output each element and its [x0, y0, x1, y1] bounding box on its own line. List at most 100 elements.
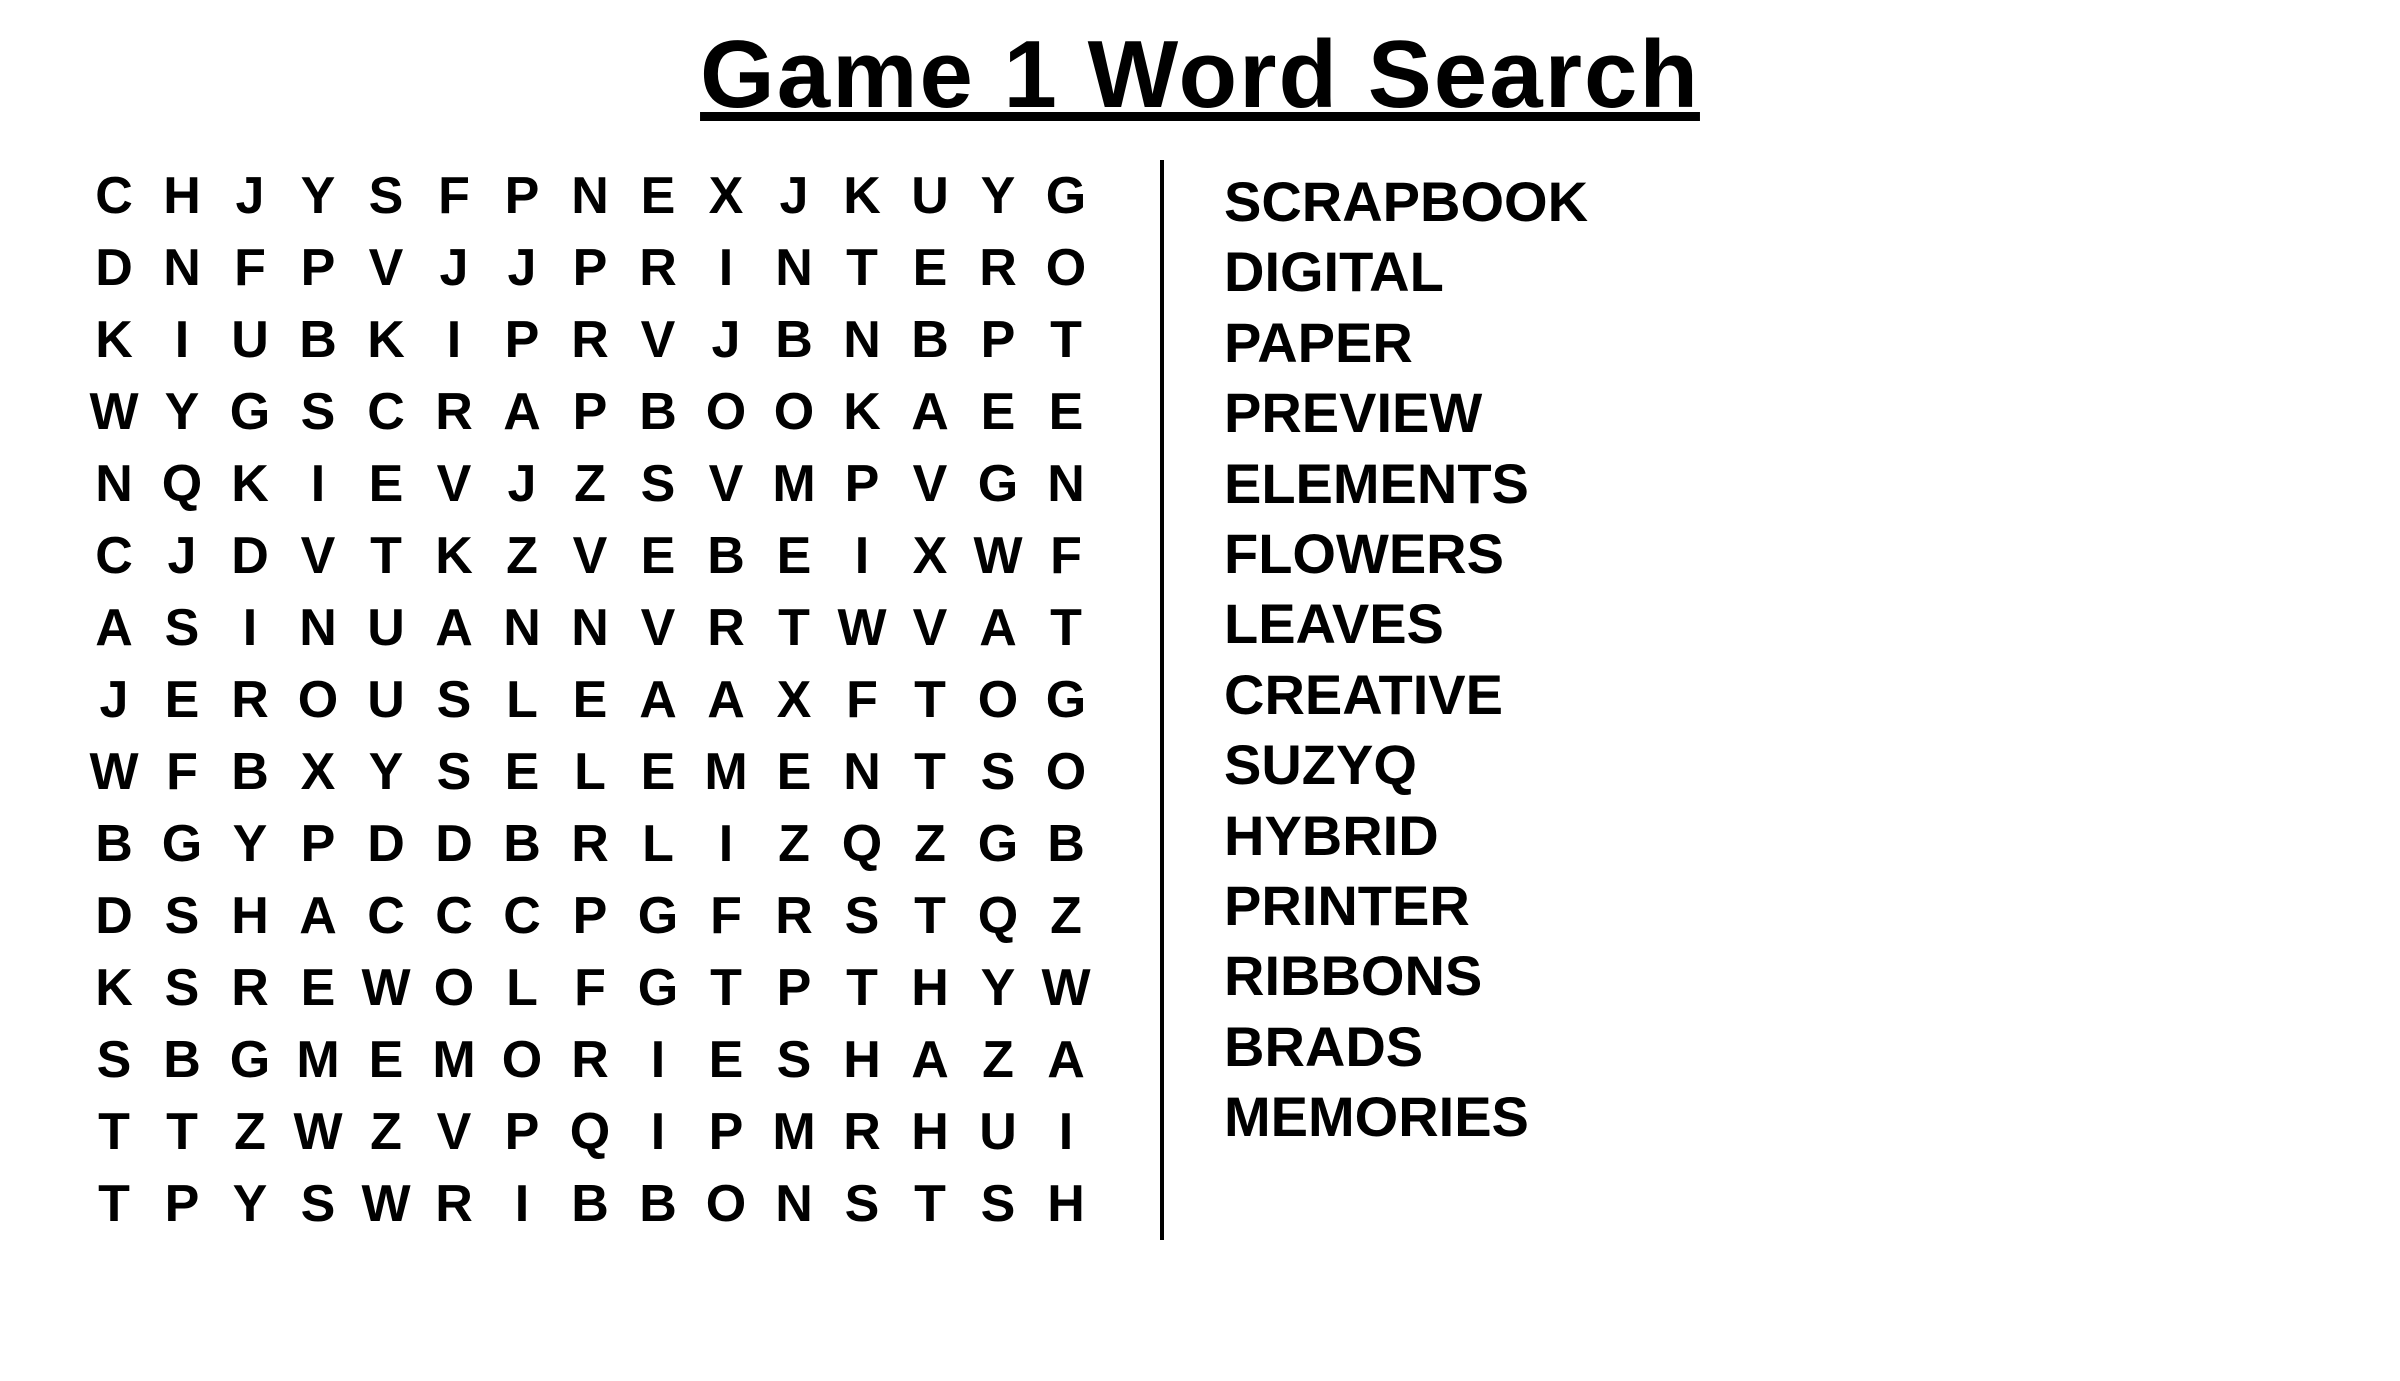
- grid-cell-7-8: A: [624, 664, 692, 736]
- grid-cell-4-4: E: [352, 448, 420, 520]
- grid-row-2: KIUBKIPRVJBNBPT: [80, 304, 1100, 376]
- grid-cell-12-6: O: [488, 1024, 556, 1096]
- grid-cell-13-9: P: [692, 1096, 760, 1168]
- grid-cell-13-2: Z: [216, 1096, 284, 1168]
- grid-row-5: CJDVTKZVEBEIXWF: [80, 520, 1100, 592]
- grid-cell-12-13: Z: [964, 1024, 1032, 1096]
- grid-cell-0-1: H: [148, 160, 216, 232]
- grid-cell-10-5: C: [420, 880, 488, 952]
- grid-cell-12-14: A: [1032, 1024, 1100, 1096]
- grid-cell-4-3: I: [284, 448, 352, 520]
- grid-cell-9-5: D: [420, 808, 488, 880]
- grid-cell-4-9: V: [692, 448, 760, 520]
- grid-cell-7-1: E: [148, 664, 216, 736]
- grid-cell-5-4: T: [352, 520, 420, 592]
- grid-cell-5-8: E: [624, 520, 692, 592]
- grid-row-0: CHJYSFPNEXJKUYG: [80, 160, 1100, 232]
- grid-cell-12-2: G: [216, 1024, 284, 1096]
- grid-cell-1-5: J: [420, 232, 488, 304]
- grid-cell-12-10: S: [760, 1024, 828, 1096]
- grid-row-3: WYGSCRAPBOOKAEE: [80, 376, 1100, 448]
- grid-cell-8-10: E: [760, 736, 828, 808]
- grid-cell-1-7: P: [556, 232, 624, 304]
- word-item-0: SCRAPBOOK: [1224, 170, 1588, 234]
- grid-cell-12-11: H: [828, 1024, 896, 1096]
- word-item-9: HYBRID: [1224, 804, 1588, 868]
- grid-cell-6-3: N: [284, 592, 352, 664]
- grid-cell-0-13: Y: [964, 160, 1032, 232]
- grid-cell-5-7: V: [556, 520, 624, 592]
- grid-cell-7-7: E: [556, 664, 624, 736]
- grid-cell-11-5: O: [420, 952, 488, 1024]
- grid-cell-13-4: Z: [352, 1096, 420, 1168]
- grid-cell-8-0: W: [80, 736, 148, 808]
- grid-cell-9-3: P: [284, 808, 352, 880]
- grid-cell-5-2: D: [216, 520, 284, 592]
- grid-cell-9-1: G: [148, 808, 216, 880]
- grid-cell-13-10: M: [760, 1096, 828, 1168]
- grid-row-9: BGYPDDBRLIZQZGB: [80, 808, 1100, 880]
- grid-cell-8-4: Y: [352, 736, 420, 808]
- grid-cell-3-3: S: [284, 376, 352, 448]
- grid-cell-11-3: E: [284, 952, 352, 1024]
- grid-cell-4-0: N: [80, 448, 148, 520]
- grid-cell-3-13: E: [964, 376, 1032, 448]
- vertical-divider: [1160, 160, 1164, 1240]
- word-item-6: LEAVES: [1224, 592, 1588, 656]
- grid-cell-11-12: H: [896, 952, 964, 1024]
- grid-row-7: JEROUSLEAAXFTOG: [80, 664, 1100, 736]
- grid-cell-14-14: H: [1032, 1168, 1100, 1240]
- grid-row-6: ASINUANNVRTWVAT: [80, 592, 1100, 664]
- grid-cell-0-8: E: [624, 160, 692, 232]
- grid-cell-14-13: S: [964, 1168, 1032, 1240]
- grid-cell-0-5: F: [420, 160, 488, 232]
- grid-cell-7-2: R: [216, 664, 284, 736]
- grid-cell-0-14: G: [1032, 160, 1100, 232]
- grid-cell-14-1: P: [148, 1168, 216, 1240]
- grid-row-12: SBGMEMORIESHAZA: [80, 1024, 1100, 1096]
- grid-cell-7-13: O: [964, 664, 1032, 736]
- grid-cell-10-10: R: [760, 880, 828, 952]
- grid-cell-3-1: Y: [148, 376, 216, 448]
- grid-cell-11-9: T: [692, 952, 760, 1024]
- grid-cell-0-2: J: [216, 160, 284, 232]
- grid-cell-1-2: F: [216, 232, 284, 304]
- grid-cell-10-14: Z: [1032, 880, 1100, 952]
- grid-cell-12-0: S: [80, 1024, 148, 1096]
- grid-cell-14-7: B: [556, 1168, 624, 1240]
- grid-cell-5-1: J: [148, 520, 216, 592]
- grid-cell-7-10: X: [760, 664, 828, 736]
- grid-cell-8-1: F: [148, 736, 216, 808]
- grid-cell-5-6: Z: [488, 520, 556, 592]
- grid-row-11: KSREWOLFGTPTHYW: [80, 952, 1100, 1024]
- grid-cell-1-12: E: [896, 232, 964, 304]
- grid-cell-11-7: F: [556, 952, 624, 1024]
- grid-cell-6-11: W: [828, 592, 896, 664]
- grid-cell-6-12: V: [896, 592, 964, 664]
- grid-cell-11-6: L: [488, 952, 556, 1024]
- grid-cell-11-2: R: [216, 952, 284, 1024]
- grid-cell-4-10: M: [760, 448, 828, 520]
- grid-cell-8-6: E: [488, 736, 556, 808]
- grid-cell-8-3: X: [284, 736, 352, 808]
- grid-cell-10-11: S: [828, 880, 896, 952]
- grid-cell-14-0: T: [80, 1168, 148, 1240]
- word-item-7: CREATIVE: [1224, 663, 1588, 727]
- grid-cell-10-7: P: [556, 880, 624, 952]
- grid-cell-14-8: B: [624, 1168, 692, 1240]
- grid-cell-11-10: P: [760, 952, 828, 1024]
- grid-cell-10-6: C: [488, 880, 556, 952]
- grid-cell-4-12: V: [896, 448, 964, 520]
- grid-row-10: DSHACCCPGFRSTQZ: [80, 880, 1100, 952]
- grid-cell-6-14: T: [1032, 592, 1100, 664]
- grid-cell-0-11: K: [828, 160, 896, 232]
- grid-cell-8-9: M: [692, 736, 760, 808]
- grid-row-14: TPYSWRIBBONSTSH: [80, 1168, 1100, 1240]
- grid-cell-3-12: A: [896, 376, 964, 448]
- grid-cell-7-4: U: [352, 664, 420, 736]
- grid-cell-13-5: V: [420, 1096, 488, 1168]
- grid-cell-6-8: V: [624, 592, 692, 664]
- grid-cell-14-2: Y: [216, 1168, 284, 1240]
- grid-cell-3-11: K: [828, 376, 896, 448]
- grid-cell-2-8: V: [624, 304, 692, 376]
